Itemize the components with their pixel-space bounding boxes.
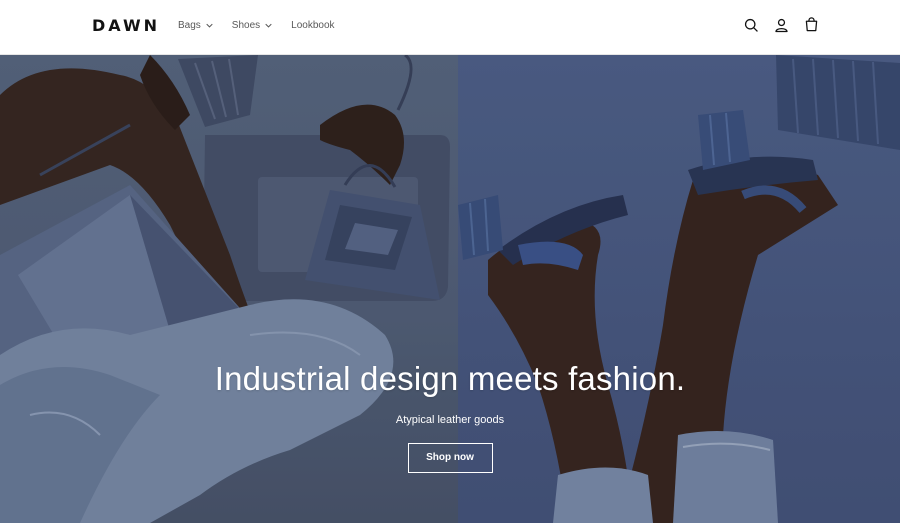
nav-item-label: Shoes [231,20,261,31]
search-icon[interactable] [743,17,760,34]
site-header: DAWN Bags Shoes Lookbook [0,0,900,55]
nav-item-label: Lookbook [291,20,335,31]
nav-item-lookbook[interactable]: Lookbook [291,20,334,31]
nav-item-label: Bags [178,20,201,31]
chevron-down-icon [206,23,213,28]
hero-banner: Industrial design meets fashion. Atypica… [0,55,900,523]
cart-icon[interactable] [803,17,820,34]
hero-subtitle: Atypical leather goods [395,414,505,426]
hero-content: Industrial design meets fashion. Atypica… [0,360,900,473]
brand-logo[interactable]: DAWN [92,16,160,35]
account-icon[interactable] [773,17,790,34]
main-nav: Bags Shoes Lookbook [178,20,335,31]
shop-now-button[interactable]: Shop now [407,443,493,473]
nav-item-bags[interactable]: Bags [178,20,213,31]
hero-title: Industrial design meets fashion. [214,360,686,397]
nav-item-shoes[interactable]: Shoes [232,20,272,31]
header-icons [743,17,820,34]
chevron-down-icon [265,23,272,28]
